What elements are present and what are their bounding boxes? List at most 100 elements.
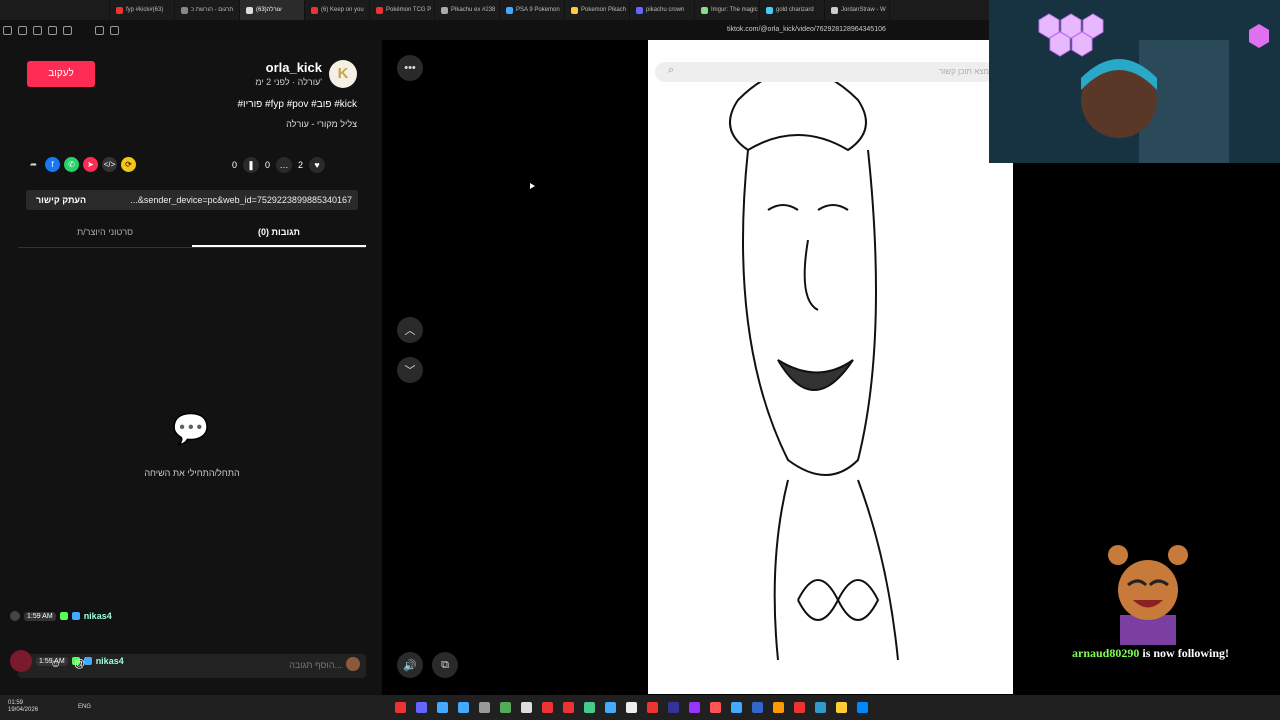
app-icon[interactable] bbox=[836, 702, 847, 713]
comment-count: 0 bbox=[265, 160, 271, 170]
tab-favicon-icon bbox=[376, 6, 383, 14]
app-icon[interactable] bbox=[458, 702, 469, 713]
comment-input[interactable]: הוסף תגובה... bbox=[262, 660, 342, 670]
app-icon[interactable] bbox=[815, 702, 826, 713]
app-icon[interactable] bbox=[500, 702, 511, 713]
browser-tab[interactable]: תרגום - הורשת כ bbox=[175, 0, 240, 20]
volume-icon[interactable]: 🔊 bbox=[397, 652, 423, 678]
tab-label: (63)עורלה bbox=[256, 7, 282, 13]
app-icon[interactable] bbox=[416, 702, 427, 713]
tab-favicon-icon bbox=[701, 6, 708, 14]
browser-tab[interactable]: (63)עורלה bbox=[240, 0, 305, 20]
app-icon[interactable] bbox=[794, 702, 805, 713]
app-icon[interactable] bbox=[605, 702, 616, 713]
app-icon[interactable] bbox=[689, 702, 700, 713]
app-icon[interactable] bbox=[584, 702, 595, 713]
app-icon[interactable] bbox=[479, 702, 490, 713]
avatar[interactable]: K bbox=[329, 60, 357, 88]
follow-button[interactable]: לעקוב bbox=[27, 61, 95, 87]
follower-alert: arnaud80290 is now following! bbox=[1072, 646, 1229, 661]
app-icon[interactable] bbox=[521, 702, 532, 713]
copy-link-button[interactable]: העתק קישור bbox=[26, 195, 96, 205]
send-icon[interactable]: ➤ bbox=[83, 157, 98, 172]
browser-tab[interactable]: Pokémon TCG P bbox=[370, 0, 435, 20]
video-search-input[interactable]: מצא תוכן קשור bbox=[655, 62, 995, 82]
comment-tabs: סרטוני היוצר/ת (0) תגובות bbox=[18, 224, 366, 248]
app-icon[interactable] bbox=[668, 702, 679, 713]
app-icon[interactable] bbox=[437, 702, 448, 713]
browser-tab[interactable]: pikachu crown bbox=[630, 0, 695, 20]
post-description[interactable]: #פוריו #fyp #pov #פוב #kick bbox=[180, 99, 357, 110]
empty-chat-icon: 💬 bbox=[172, 413, 210, 446]
heart-icon[interactable]: ♥ bbox=[309, 157, 326, 173]
share-link-text[interactable]: ...&sender_device=pc&web_id=752922389988… bbox=[96, 195, 358, 205]
panel-icon[interactable] bbox=[48, 25, 57, 35]
browser-tab[interactable]: Pokemon Pikach bbox=[565, 0, 630, 20]
tab-favicon-icon bbox=[246, 6, 253, 14]
share-row: ➦ f ✆ ➤ </> ⟳ bbox=[26, 157, 136, 172]
tab-favicon-icon bbox=[571, 6, 578, 14]
window-controls[interactable] bbox=[0, 0, 110, 20]
app-icon[interactable] bbox=[647, 702, 658, 713]
chat-username: nikas4 bbox=[95, 656, 124, 666]
app-icon[interactable] bbox=[563, 702, 574, 713]
browser-tab[interactable]: PSA 9 Pokemon bbox=[500, 0, 565, 20]
app-icon[interactable] bbox=[626, 702, 637, 713]
video-player[interactable] bbox=[648, 40, 1013, 694]
app-icon[interactable] bbox=[542, 702, 553, 713]
mention-icon[interactable]: @ bbox=[74, 658, 85, 670]
sketch-drawing bbox=[729, 69, 899, 661]
bookmark-icon[interactable] bbox=[95, 25, 104, 35]
app-icon[interactable] bbox=[773, 702, 784, 713]
tab-comments[interactable]: (0) תגובות bbox=[192, 224, 366, 247]
address-bar[interactable]: tiktok.com/@orla_kick/video/762928128964… bbox=[727, 20, 886, 40]
repost-icon[interactable]: ⟳ bbox=[121, 157, 136, 172]
app-icon[interactable] bbox=[752, 702, 763, 713]
tab-favicon-icon bbox=[766, 6, 773, 14]
chevron-down-icon[interactable]: ﹀ bbox=[397, 357, 423, 383]
tab-label: (6) Keep on you bbox=[321, 7, 364, 13]
browser-tab[interactable]: JordanStraw - W bbox=[825, 0, 890, 20]
share-arrow-icon[interactable]: ➦ bbox=[26, 157, 41, 172]
clock-date: 19/04/2026 bbox=[8, 707, 39, 713]
follower-name: arnaud80290 bbox=[1072, 646, 1140, 660]
creator-username[interactable]: orla_kick bbox=[220, 60, 322, 75]
browser-tab[interactable]: gold charizard bbox=[760, 0, 825, 20]
pip-icon[interactable]: ⧉ bbox=[432, 652, 458, 678]
tab-label: Pokémon TCG P bbox=[386, 7, 432, 13]
music-icon[interactable] bbox=[63, 25, 72, 35]
chevron-up-icon[interactable]: ︿ bbox=[397, 317, 423, 343]
location-icon[interactable] bbox=[18, 25, 27, 35]
browser-tab[interactable]: Pikachu ex #238 bbox=[435, 0, 500, 20]
browser-tab[interactable]: (6) Keep on you bbox=[305, 0, 370, 20]
music-label[interactable]: צליל מקורי - עורלה bbox=[230, 119, 357, 129]
tab-label: Pikachu ex #238 bbox=[451, 7, 496, 13]
app-icon[interactable] bbox=[710, 702, 721, 713]
more-options-icon[interactable]: ••• bbox=[397, 55, 423, 81]
tab-label: PSA 9 Pokemon bbox=[516, 7, 560, 13]
tab-label: Imgur: The magic bbox=[711, 7, 758, 13]
app-icon[interactable] bbox=[857, 702, 868, 713]
browser-tab[interactable]: Imgur: The magic bbox=[695, 0, 760, 20]
tab-creator-videos[interactable]: סרטוני היוצר/ת bbox=[18, 224, 192, 247]
embed-icon[interactable]: </> bbox=[102, 157, 117, 172]
facebook-icon[interactable]: f bbox=[45, 157, 60, 172]
taskbar bbox=[0, 695, 1280, 720]
user-avatar[interactable] bbox=[346, 657, 360, 671]
bookmark-icon[interactable]: ❚ bbox=[243, 157, 260, 173]
language-indicator[interactable]: ENG bbox=[78, 704, 91, 710]
app-icon[interactable] bbox=[731, 702, 742, 713]
emoji-icon[interactable]: ☺ bbox=[50, 658, 61, 670]
browser-tab[interactable]: fyp #kick#(63) bbox=[110, 0, 175, 20]
tab-label: fyp #kick#(63) bbox=[126, 7, 164, 13]
extension-icon[interactable] bbox=[33, 25, 42, 35]
search-icon[interactable]: ⌕ bbox=[668, 64, 674, 77]
comment-icon[interactable]: … bbox=[276, 157, 293, 173]
tab-label: JordanStraw - W bbox=[841, 7, 886, 13]
app-icon[interactable] bbox=[395, 702, 406, 713]
whatsapp-icon[interactable]: ✆ bbox=[64, 157, 79, 172]
tabs-icon[interactable] bbox=[110, 25, 119, 35]
badge-icon bbox=[71, 612, 80, 620]
system-clock: 01:59 19/04/2026 bbox=[8, 700, 38, 714]
menu-icon[interactable] bbox=[3, 25, 12, 35]
